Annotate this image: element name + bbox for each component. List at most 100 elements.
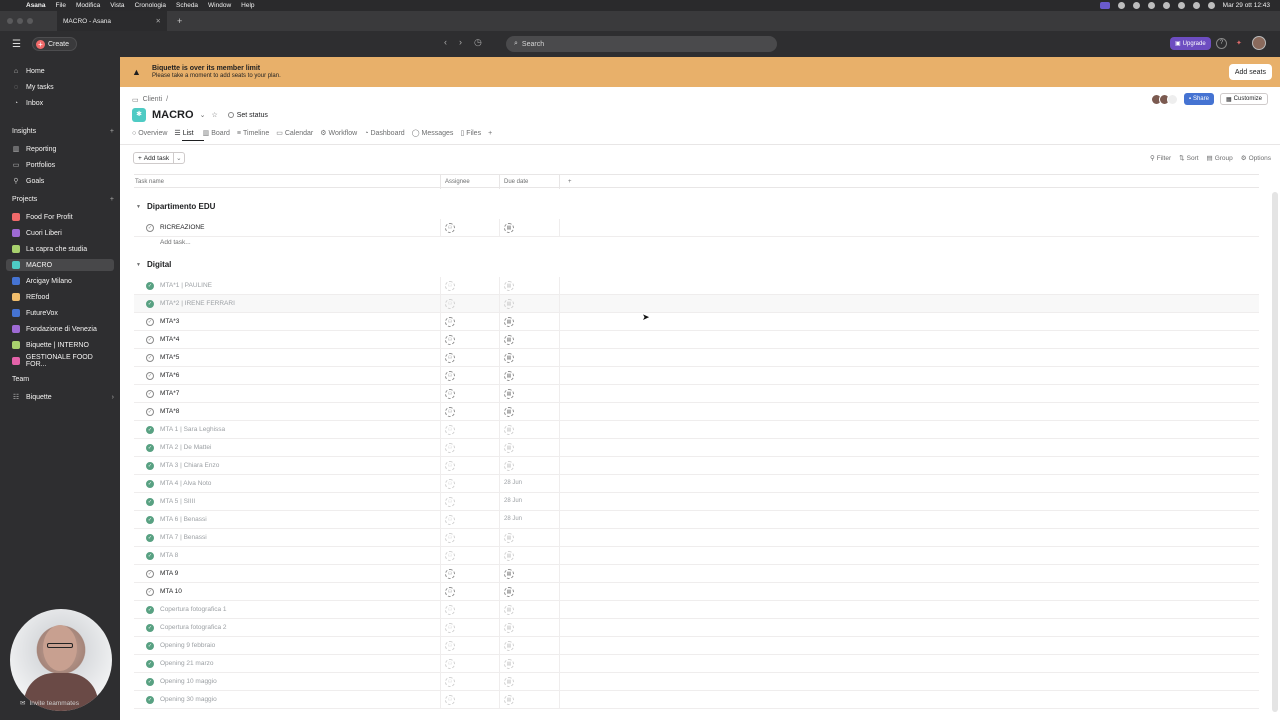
- team-header[interactable]: Team: [12, 376, 114, 383]
- complete-check-icon[interactable]: ✓: [146, 462, 154, 470]
- sidebar-item-home[interactable]: ⌂ Home: [12, 65, 114, 77]
- assignee-placeholder-icon[interactable]: ⚇: [445, 515, 455, 525]
- column-assignee[interactable]: Assignee: [445, 179, 470, 185]
- column-due-date[interactable]: Due date: [504, 179, 528, 185]
- tab-calendar[interactable]: ▭ Calendar: [276, 129, 313, 138]
- section-name[interactable]: Dipartimento EDU: [147, 202, 215, 211]
- sidebar-item-project[interactable]: REfood: [12, 291, 114, 303]
- create-button[interactable]: + Create: [32, 37, 78, 51]
- calendar-icon[interactable]: ▦: [504, 533, 514, 543]
- sidebar-item-project[interactable]: Cuori Liberi: [12, 227, 114, 239]
- sidebar-item-goals[interactable]: ⚲ Goals: [12, 175, 114, 187]
- table-row[interactable]: ✓ Copertura fotografica 2 ⚇ ▦: [134, 619, 1259, 637]
- add-seats-button[interactable]: Add seats: [1228, 64, 1272, 80]
- browser-tab[interactable]: MACRO - Asana ✕: [57, 11, 167, 31]
- assignee-placeholder-icon[interactable]: ⚇: [445, 223, 455, 233]
- calendar-icon[interactable]: ▦: [504, 677, 514, 687]
- menu-modifica[interactable]: Modifica: [76, 2, 100, 9]
- sidebar-item-reporting[interactable]: ▥ Reporting: [12, 143, 114, 155]
- calendar-icon[interactable]: ▦: [504, 353, 514, 363]
- task-name[interactable]: MTA 8: [160, 552, 178, 559]
- complete-check-icon[interactable]: ✓: [146, 678, 154, 686]
- complete-check-icon[interactable]: ✓: [146, 444, 154, 452]
- complete-check-icon[interactable]: ✓: [146, 426, 154, 434]
- calendar-icon[interactable]: ▦: [504, 223, 514, 233]
- table-row[interactable]: ✓ MTA 4 | Alva Noto ⚇ 28 Jun: [134, 475, 1259, 493]
- sidebar-item-biquette-team[interactable]: ☷ Biquette ›: [12, 391, 114, 403]
- tab-board[interactable]: ▥ Board: [203, 129, 230, 138]
- complete-check-icon[interactable]: ✓: [146, 390, 154, 398]
- table-row[interactable]: ✓ Opening 10 maggio ⚇ ▦: [134, 673, 1259, 691]
- table-row[interactable]: ✓ MTA 6 | Benassi ⚇ 28 Jun: [134, 511, 1259, 529]
- options-button[interactable]: ⚙ Options: [1241, 154, 1271, 163]
- complete-check-icon[interactable]: ✓: [146, 318, 154, 326]
- table-row[interactable]: ✓ MTA*6 ⚇ ▦: [134, 367, 1259, 385]
- table-row[interactable]: ✓ Copertura fotografica 1 ⚇ ▦: [134, 601, 1259, 619]
- projects-header[interactable]: Projects +: [12, 196, 114, 203]
- help-icon[interactable]: ?: [1216, 38, 1227, 49]
- assignee-placeholder-icon[interactable]: ⚇: [445, 641, 455, 651]
- assignee-placeholder-icon[interactable]: ⚇: [445, 353, 455, 363]
- task-name[interactable]: MTA 3 | Chiara Enzo: [160, 462, 219, 469]
- complete-check-icon[interactable]: ✓: [146, 588, 154, 596]
- menu-scheda[interactable]: Scheda: [176, 2, 198, 9]
- calendar-icon[interactable]: ▦: [504, 605, 514, 615]
- tab-messages[interactable]: ◯ Messages: [412, 129, 454, 138]
- task-name[interactable]: MTA*8: [160, 408, 179, 415]
- calendar-icon[interactable]: ▦: [504, 659, 514, 669]
- due-date-value[interactable]: 28 Jun: [504, 516, 522, 522]
- task-name[interactable]: Opening 21 marzo: [160, 660, 213, 667]
- complete-check-icon[interactable]: ✓: [146, 480, 154, 488]
- section-name[interactable]: Digital: [147, 260, 171, 269]
- new-tab-icon[interactable]: +: [177, 16, 182, 26]
- project-icon[interactable]: ✱: [132, 108, 146, 122]
- task-name[interactable]: MTA*5: [160, 354, 179, 361]
- complete-check-icon[interactable]: ✓: [146, 516, 154, 524]
- link-icon[interactable]: ✦: [1236, 39, 1242, 47]
- task-name[interactable]: MTA*3: [160, 318, 179, 325]
- task-name[interactable]: MTA*2 | IRENE FERRARI: [160, 300, 235, 307]
- gear-status-icon[interactable]: [1117, 2, 1125, 9]
- menu-hamburger-icon[interactable]: ☰: [12, 39, 24, 50]
- back-arrow-icon[interactable]: ‹: [444, 37, 447, 48]
- task-name[interactable]: MTA*6: [160, 372, 179, 379]
- collapse-triangle-icon[interactable]: ▼: [136, 204, 141, 210]
- table-row[interactable]: ✓ MTA 1 | Sara Leghissa ⚇ ▦: [134, 421, 1259, 439]
- calendar-icon[interactable]: ▦: [504, 623, 514, 633]
- tab-overview[interactable]: ○ Overview: [132, 129, 167, 137]
- assignee-placeholder-icon[interactable]: ⚇: [445, 569, 455, 579]
- assignee-placeholder-icon[interactable]: ⚇: [445, 389, 455, 399]
- status-icon-4[interactable]: [1162, 2, 1170, 9]
- screen-record-icon[interactable]: [1099, 2, 1110, 9]
- sidebar-item-my-tasks[interactable]: ◌ My tasks: [12, 81, 114, 93]
- menu-window[interactable]: Window: [208, 2, 231, 9]
- complete-check-icon[interactable]: ✓: [146, 372, 154, 380]
- calendar-icon[interactable]: ▦: [504, 551, 514, 561]
- tab-dashboard[interactable]: ◔ Dashboard: [364, 129, 404, 137]
- status-icon-2[interactable]: [1132, 2, 1140, 9]
- insights-header[interactable]: Insights +: [12, 128, 114, 135]
- add-view-icon[interactable]: +: [488, 129, 492, 137]
- complete-check-icon[interactable]: ✓: [146, 498, 154, 506]
- sidebar-item-project[interactable]: Fondazione di Venezia: [12, 323, 114, 335]
- column-task-name[interactable]: Task name: [135, 179, 164, 185]
- assignee-placeholder-icon[interactable]: ⚇: [445, 425, 455, 435]
- task-name[interactable]: MTA*4: [160, 336, 179, 343]
- task-name[interactable]: MTA 9: [160, 570, 178, 577]
- assignee-placeholder-icon[interactable]: ⚇: [445, 299, 455, 309]
- forward-arrow-icon[interactable]: ›: [459, 37, 462, 48]
- due-date-value[interactable]: 28 Jun: [504, 480, 522, 486]
- table-row[interactable]: ✓ MTA*2 | IRENE FERRARI ⚇ ▦: [134, 295, 1259, 313]
- status-icon-3[interactable]: [1147, 2, 1155, 9]
- section-header[interactable]: ▼ Digital: [136, 260, 171, 269]
- calendar-icon[interactable]: ▦: [504, 461, 514, 471]
- complete-check-icon[interactable]: ✓: [146, 642, 154, 650]
- sidebar-item-project[interactable]: La capra che studia: [12, 243, 114, 255]
- history-clock-icon[interactable]: ◷: [474, 37, 482, 48]
- calendar-icon[interactable]: ▦: [504, 443, 514, 453]
- assignee-placeholder-icon[interactable]: ⚇: [445, 407, 455, 417]
- table-row[interactable]: ✓ MTA*8 ⚇ ▦: [134, 403, 1259, 421]
- task-name[interactable]: RICREAZIONE: [160, 224, 204, 231]
- add-insight-icon[interactable]: +: [110, 128, 114, 135]
- table-row[interactable]: ✓ MTA 8 ⚇ ▦: [134, 547, 1259, 565]
